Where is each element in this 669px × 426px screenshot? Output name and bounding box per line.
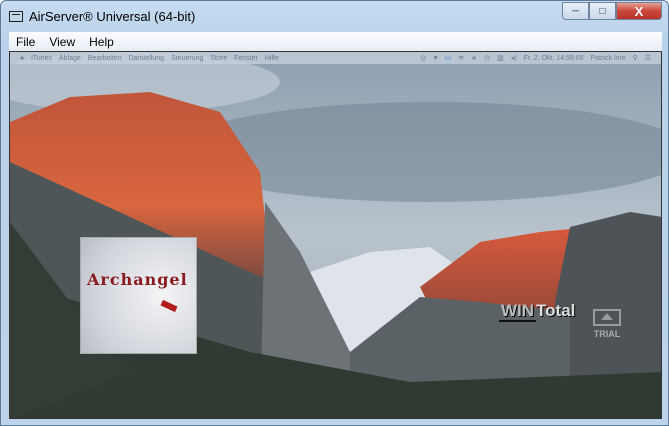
menu-file[interactable]: File	[9, 35, 42, 49]
menu-help[interactable]: Help	[82, 35, 121, 49]
menu-bar: File View Help	[9, 32, 662, 51]
window-title: AirServer® Universal (64-bit)	[29, 8, 196, 24]
notification-center-icon[interactable]: ☰	[645, 54, 651, 62]
mac-menubar: ● iTunes Ablage Bearbeiten Darstellung S…	[10, 52, 661, 64]
title-bar: AirServer® Universal (64-bit)	[9, 5, 195, 27]
battery-icon[interactable]: ▥	[497, 54, 504, 62]
airserver-window: AirServer® Universal (64-bit) ─ □ X File…	[0, 0, 669, 426]
mac-menu-bearbeiten[interactable]: Bearbeiten	[88, 55, 122, 62]
mac-user[interactable]: Patrick Ime	[591, 55, 626, 62]
mac-menu-hilfe[interactable]: Hilfe	[265, 55, 279, 62]
watermark-brand-a: WIN	[499, 301, 537, 322]
airplay-trial-icon	[593, 309, 621, 326]
album-title: Archangel	[87, 270, 188, 289]
mac-menu-ablage[interactable]: Ablage	[59, 55, 81, 62]
airplay-icon[interactable]: ▭	[445, 54, 452, 62]
watermark-brand-b: Total	[536, 301, 576, 320]
bluetooth-icon[interactable]: ∗	[471, 54, 477, 62]
mac-clock[interactable]: Fr. 2. Okt. 14:59:05	[524, 55, 584, 62]
maximize-button[interactable]: □	[589, 2, 616, 20]
mirrored-screen: ● iTunes Ablage Bearbeiten Darstellung S…	[9, 51, 662, 419]
twitter-icon[interactable]: ♥	[434, 55, 438, 62]
wifi-icon[interactable]: ≋	[458, 54, 464, 62]
mac-menu-itunes[interactable]: iTunes	[31, 55, 52, 62]
app-icon	[9, 10, 23, 22]
mac-menu-steuerung[interactable]: Steuerung	[171, 55, 203, 62]
spotlight-icon[interactable]: ⚲	[633, 54, 638, 62]
mac-menu-store[interactable]: Store	[210, 55, 227, 62]
mac-menu-darstellung[interactable]: Darstellung	[129, 55, 164, 62]
wallpaper	[10, 52, 661, 418]
time-machine-icon[interactable]: ◷	[484, 54, 490, 62]
mac-menu-fenster[interactable]: Fenster	[234, 55, 258, 62]
trial-label: TRIAL	[593, 329, 621, 339]
status-icon[interactable]: ◎	[420, 54, 426, 62]
volume-icon[interactable]: ◂)	[511, 54, 517, 62]
album-art-detail	[160, 299, 178, 313]
trial-badge: TRIAL	[593, 309, 621, 339]
apple-icon[interactable]: ●	[20, 55, 24, 62]
close-button[interactable]: X	[616, 2, 662, 20]
minimize-button[interactable]: ─	[562, 2, 589, 20]
menu-view[interactable]: View	[42, 35, 82, 49]
album-artwork: Archangel	[80, 237, 197, 354]
wintotal-watermark: WIN Total	[499, 301, 576, 322]
